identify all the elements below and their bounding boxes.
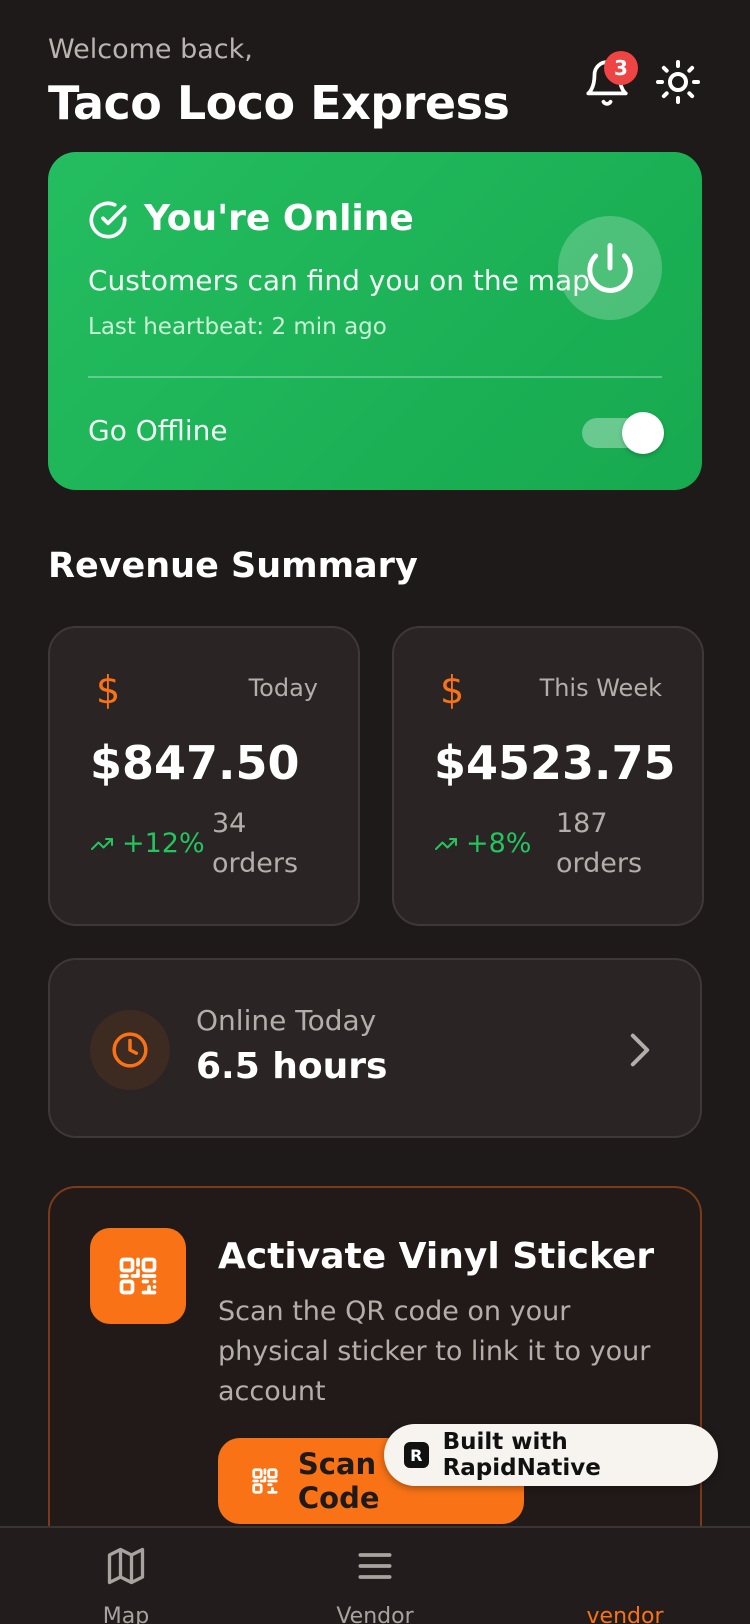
orders-word: orders <box>556 848 643 879</box>
revenue-amount: $847.50 <box>90 736 300 790</box>
revenue-period: Today <box>248 674 318 702</box>
built-with-badge[interactable]: R Built with RapidNative <box>384 1424 718 1486</box>
nav-label-map: Map <box>102 1604 150 1624</box>
revenue-amount: $4523.75 <box>434 736 676 790</box>
vendor-dashboard-screen: Welcome back, Taco Loco Express 3 You're… <box>0 0 750 1624</box>
notification-count-badge: 3 <box>604 51 638 85</box>
trend-value: +12% <box>122 828 205 859</box>
online-status-card: You're Online Customers can find you on … <box>48 152 702 490</box>
orders-word: orders <box>212 848 299 879</box>
bottom-navigation: Map Vendor vendor <box>0 1526 750 1624</box>
qr-code-icon <box>119 1257 157 1295</box>
orders-count: 34 orders <box>212 804 298 884</box>
trend-value: +8% <box>466 828 532 859</box>
dollar-icon: $ <box>96 668 121 712</box>
online-today-value: 6.5 hours <box>196 1046 388 1087</box>
nav-item-map[interactable]: Map <box>26 1528 226 1624</box>
check-circle-icon <box>89 201 127 239</box>
go-offline-label: Go Offline <box>88 414 228 447</box>
orders-number: 187 <box>556 808 608 839</box>
revenue-summary-title: Revenue Summary <box>48 546 418 586</box>
revenue-trend: +8% <box>434 828 531 859</box>
clock-icon <box>112 1032 148 1068</box>
toggle-knob <box>622 412 664 454</box>
status-title: You're Online <box>144 198 414 239</box>
power-button[interactable] <box>558 216 662 320</box>
map-icon <box>107 1547 145 1585</box>
revenue-card-week[interactable]: $ This Week $4523.75 +8% 187 orders <box>392 626 704 926</box>
welcome-text: Welcome back, <box>48 34 253 65</box>
sticker-description: Scan the QR code on your physical sticke… <box>218 1296 651 1407</box>
divider <box>88 376 662 378</box>
sticker-title: Activate Vinyl Sticker <box>218 1236 655 1277</box>
nav-label-vendor: Vendor <box>336 1604 414 1624</box>
menu-icon <box>358 1553 392 1579</box>
rapidnative-logo-icon: R <box>404 1442 429 1468</box>
revenue-period: This Week <box>539 674 662 702</box>
trending-up-icon <box>435 837 457 850</box>
nav-label-vendor-active: vendor <box>586 1604 664 1624</box>
orders-number: 34 <box>212 808 247 839</box>
status-description: Customers can find you on the map <box>88 264 590 297</box>
power-icon <box>587 243 633 293</box>
clock-icon-container <box>90 1010 170 1090</box>
vendor-name: Taco Loco Express <box>48 76 510 130</box>
nav-item-vendor[interactable]: Vendor <box>275 1528 475 1624</box>
online-toggle-switch[interactable] <box>582 412 664 454</box>
last-heartbeat: Last heartbeat: 2 min ago <box>88 314 387 340</box>
online-today-card[interactable]: Online Today 6.5 hours <box>48 958 702 1138</box>
qr-code-tile <box>90 1228 186 1324</box>
trending-up-icon <box>91 837 113 850</box>
online-today-label: Online Today <box>196 1004 377 1037</box>
theme-toggle-button[interactable] <box>654 58 702 106</box>
revenue-trend: +12% <box>90 828 205 859</box>
nav-item-vendor-active[interactable]: vendor <box>525 1528 725 1624</box>
sun-icon <box>656 60 700 104</box>
chevron-right-icon <box>630 1033 650 1067</box>
built-with-text: Built with RapidNative <box>442 1429 601 1481</box>
qr-code-icon <box>252 1468 278 1494</box>
orders-count: 187 orders <box>556 804 642 884</box>
revenue-card-today[interactable]: $ Today $847.50 +12% 34 orders <box>48 626 360 926</box>
dollar-icon: $ <box>440 668 465 712</box>
